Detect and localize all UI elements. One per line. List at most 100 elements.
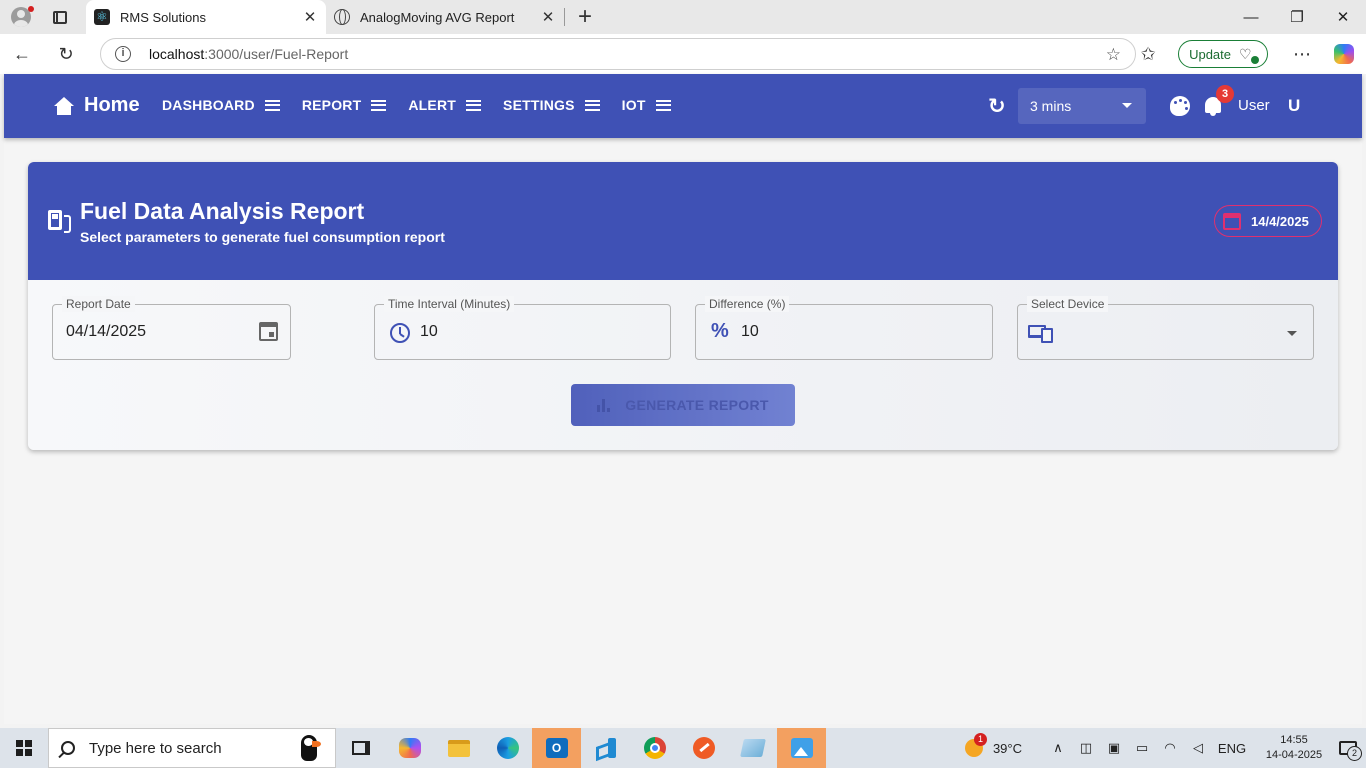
menu-alert[interactable]: ALERT — [408, 97, 482, 113]
windows-taskbar: Type here to search O 1 39°C ∧ ◫ ▣ ▭ ◠ ◁… — [0, 728, 1366, 768]
start-button[interactable] — [0, 728, 48, 768]
outlook-icon: O — [545, 738, 568, 758]
url-host: localhost — [149, 46, 205, 62]
avatar[interactable]: U — [1288, 96, 1300, 116]
fuel-report-card: Fuel Data Analysis Report Select paramet… — [28, 162, 1338, 450]
profile-button[interactable] — [0, 0, 42, 34]
taskbar-copilot[interactable] — [385, 728, 434, 768]
sun-icon: 1 — [964, 733, 987, 757]
speaker-icon[interactable]: ◁ — [1184, 740, 1212, 756]
close-window-icon[interactable]: ✕ — [1320, 0, 1366, 34]
url-path: :3000/user/Fuel-Report — [204, 46, 349, 62]
calendar-icon[interactable] — [259, 322, 278, 341]
close-tab-icon[interactable]: ✕ — [540, 8, 556, 26]
generate-report-button[interactable]: GENERATE REPORT — [571, 384, 795, 426]
close-tab-icon[interactable]: ✕ — [302, 8, 318, 26]
search-placeholder: Type here to search — [89, 739, 222, 757]
taskbar-file-explorer[interactable] — [434, 728, 483, 768]
browser-tab-strip: ⚛ RMS Solutions ✕ AnalogMoving AVG Repor… — [0, 0, 1366, 34]
menu-dashboard[interactable]: DASHBOARD — [162, 97, 280, 113]
taskbar-editor[interactable] — [728, 728, 777, 768]
address-bar[interactable]: i localhost:3000/user/Fuel-Report ☆ — [100, 38, 1136, 70]
temperature: 39°C — [992, 740, 1022, 756]
menu-settings[interactable]: SETTINGS — [503, 97, 600, 113]
palette-icon[interactable] — [1170, 96, 1190, 116]
more-options-icon[interactable]: ⋯ — [1280, 34, 1324, 74]
menu-label: ALERT — [408, 97, 457, 113]
meet-icon[interactable]: ▣ — [1100, 740, 1128, 756]
percent-icon: % — [711, 320, 729, 342]
time-interval-value: 10 — [420, 323, 438, 340]
device-select[interactable]: Select Device — [1017, 296, 1314, 360]
clock[interactable]: 14:55 14-04-2025 — [1258, 733, 1330, 763]
refresh-icon[interactable]: ↻ — [988, 94, 1006, 119]
chevron-up-icon[interactable]: ∧ — [1044, 740, 1072, 756]
update-button[interactable]: Update ♡ — [1178, 40, 1268, 68]
main-menu: DASHBOARD REPORT ALERT SETTINGS IOT — [162, 97, 693, 113]
favorite-star-icon[interactable]: ☆ — [1106, 45, 1121, 65]
taskbar-photos[interactable] — [777, 728, 826, 768]
taskbar-edge[interactable] — [483, 728, 532, 768]
difference-field[interactable]: Difference (%) % 10 — [695, 296, 993, 360]
reload-icon[interactable]: ↻ — [44, 34, 88, 74]
menu-iot[interactable]: IOT — [622, 97, 671, 113]
browser-tab-analog[interactable]: AnalogMoving AVG Report ✕ — [326, 0, 564, 34]
report-date-value: 04/14/2025 — [66, 323, 147, 340]
vscode-icon — [596, 738, 616, 758]
clock-icon — [390, 323, 410, 343]
edge-icon — [496, 737, 519, 759]
tab-title: AnalogMoving AVG Report — [360, 9, 515, 25]
home-link[interactable]: Home — [54, 94, 140, 117]
report-date-field[interactable]: Report Date 04/14/2025 — [52, 296, 291, 360]
react-favicon-icon: ⚛ — [94, 9, 110, 25]
notification-count: 2 — [1347, 746, 1362, 761]
time-interval-field[interactable]: Time Interval (Minutes) 10 — [374, 296, 671, 360]
taskbar-chrome[interactable] — [630, 728, 679, 768]
date-chip: 14/4/2025 — [1214, 205, 1322, 237]
browser-tab-rms[interactable]: ⚛ RMS Solutions ✕ — [86, 0, 326, 34]
tab-actions-button[interactable] — [42, 0, 78, 34]
page-title: Fuel Data Analysis Report — [80, 198, 365, 224]
taskbar-postman[interactable] — [679, 728, 728, 768]
menu-icon — [466, 99, 482, 111]
field-label: Select Device — [1027, 296, 1109, 312]
weather-widget[interactable]: 1 39°C — [964, 733, 1022, 757]
puffin-bird-icon — [291, 731, 327, 767]
favorites-icon[interactable]: ✩ — [1126, 34, 1170, 74]
copilot-icon — [398, 738, 421, 758]
update-label: Update — [1189, 46, 1231, 62]
weather-badge: 1 — [973, 733, 987, 746]
app-navbar: Home DASHBOARD REPORT ALERT SETTINGS IOT… — [4, 74, 1362, 138]
site-info-icon[interactable]: i — [115, 46, 131, 62]
calendar-icon — [1223, 212, 1241, 230]
devices-icon — [1028, 325, 1053, 343]
notification-center-button[interactable]: 2 — [1330, 728, 1366, 768]
taskbar-outlook[interactable]: O — [532, 728, 581, 768]
page-subtitle: Select parameters to generate fuel consu… — [80, 229, 445, 245]
back-arrow-icon[interactable]: ← — [0, 34, 44, 74]
taskbar-vscode[interactable] — [581, 728, 630, 768]
wifi-icon[interactable]: ◠ — [1156, 740, 1184, 756]
fuel-pump-icon — [48, 210, 71, 233]
refresh-interval-value: 3 mins — [1030, 98, 1072, 114]
copilot-icon[interactable] — [1334, 44, 1354, 64]
refresh-interval-select[interactable]: 3 mins — [1018, 88, 1146, 124]
menu-label: REPORT — [301, 97, 362, 113]
language-indicator[interactable]: ENG — [1212, 741, 1252, 756]
minimize-icon[interactable]: — — [1228, 0, 1274, 34]
field-label: Difference (%) — [705, 296, 790, 312]
home-label: Home — [84, 94, 140, 116]
field-label: Report Date — [62, 296, 135, 312]
camera-icon[interactable]: ◫ — [1072, 740, 1100, 756]
menu-report[interactable]: REPORT — [302, 97, 387, 113]
task-view-button[interactable] — [336, 728, 385, 768]
home-icon — [54, 96, 74, 115]
taskbar-search[interactable]: Type here to search — [48, 728, 336, 768]
battery-icon[interactable]: ▭ — [1128, 740, 1156, 756]
notification-badge: 3 — [1216, 85, 1234, 103]
date-chip-label: 14/4/2025 — [1251, 213, 1309, 229]
user-label[interactable]: User — [1238, 97, 1270, 114]
new-tab-button[interactable]: + — [565, 0, 605, 34]
search-icon — [61, 741, 75, 755]
restore-icon[interactable]: ❐ — [1274, 0, 1320, 34]
